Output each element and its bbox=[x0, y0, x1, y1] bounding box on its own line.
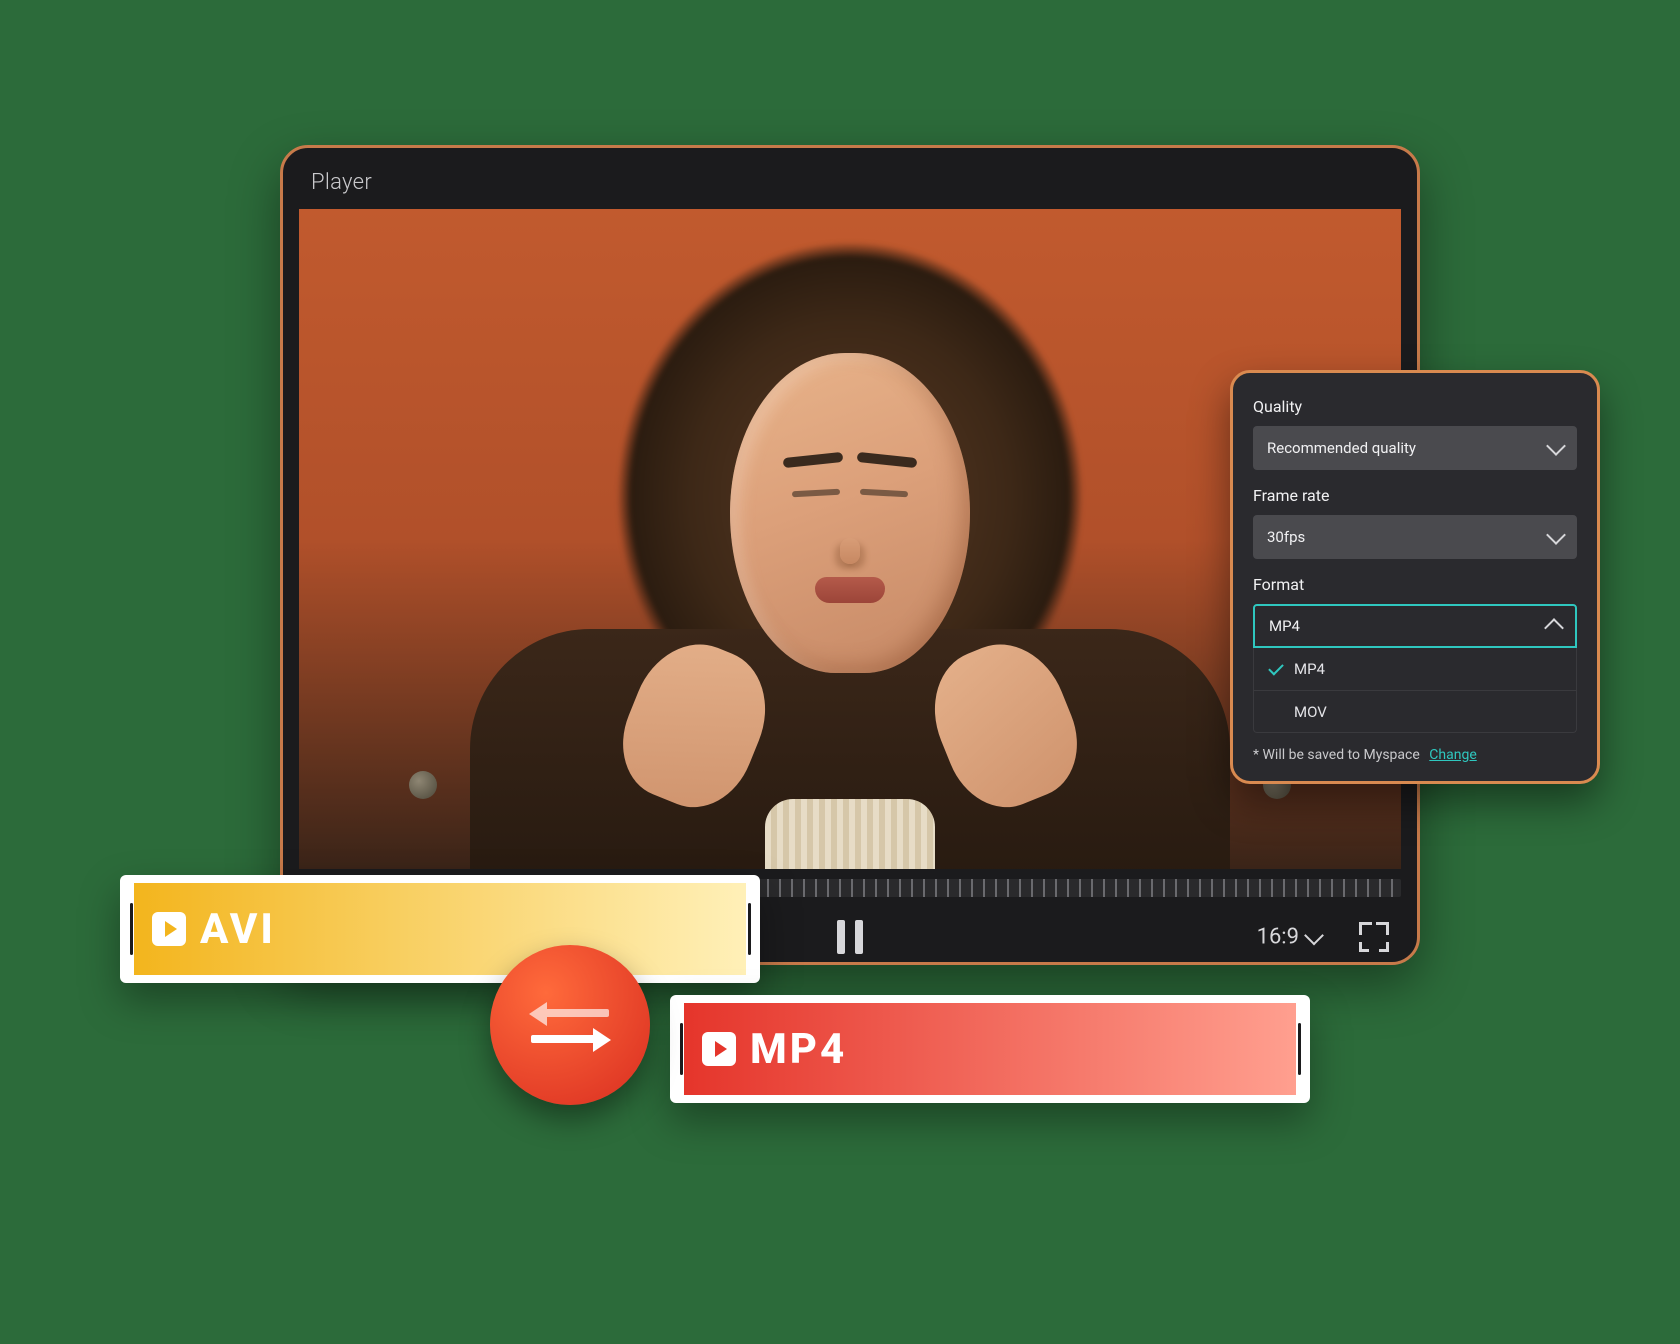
target-format-label: MP4 bbox=[750, 1025, 847, 1074]
frame-rate-select[interactable]: 30fps bbox=[1253, 515, 1577, 559]
play-icon bbox=[152, 912, 186, 946]
convert-button[interactable] bbox=[490, 945, 650, 1105]
format-select[interactable]: MP4 bbox=[1253, 604, 1577, 648]
frame-rate-value: 30fps bbox=[1267, 528, 1305, 546]
chevron-up-icon bbox=[1544, 618, 1564, 638]
format-dropdown: MP4 MOV bbox=[1253, 648, 1577, 733]
pause-button[interactable] bbox=[837, 920, 863, 954]
quality-label: Quality bbox=[1253, 397, 1577, 416]
drag-handle-icon[interactable] bbox=[1296, 1003, 1302, 1095]
format-label: Format bbox=[1253, 575, 1577, 594]
chevron-down-icon bbox=[1304, 925, 1324, 945]
aspect-ratio-value: 16:9 bbox=[1257, 925, 1299, 950]
change-location-link[interactable]: Change bbox=[1429, 747, 1476, 763]
quality-value: Recommended quality bbox=[1267, 439, 1416, 457]
source-format-chip[interactable]: AVI bbox=[120, 875, 760, 983]
player-title: Player bbox=[283, 148, 1417, 209]
frame-rate-label: Frame rate bbox=[1253, 486, 1577, 505]
arrow-right-icon bbox=[531, 1028, 609, 1048]
format-option-mp4[interactable]: MP4 bbox=[1254, 648, 1576, 690]
play-icon bbox=[702, 1032, 736, 1066]
fullscreen-button[interactable] bbox=[1359, 922, 1389, 952]
arrow-left-icon bbox=[531, 1002, 609, 1022]
target-format-chip[interactable]: MP4 bbox=[670, 995, 1310, 1103]
drag-handle-icon[interactable] bbox=[746, 883, 752, 975]
aspect-ratio-selector[interactable]: 16:9 bbox=[1257, 925, 1321, 950]
format-option-mov[interactable]: MOV bbox=[1254, 690, 1576, 732]
chevron-down-icon bbox=[1546, 436, 1566, 456]
save-location-note: * Will be saved to Myspace Change bbox=[1253, 747, 1577, 763]
quality-select[interactable]: Recommended quality bbox=[1253, 426, 1577, 470]
chevron-down-icon bbox=[1546, 525, 1566, 545]
format-value: MP4 bbox=[1269, 617, 1300, 635]
source-format-label: AVI bbox=[200, 905, 276, 954]
export-settings-panel: Quality Recommended quality Frame rate 3… bbox=[1230, 370, 1600, 784]
